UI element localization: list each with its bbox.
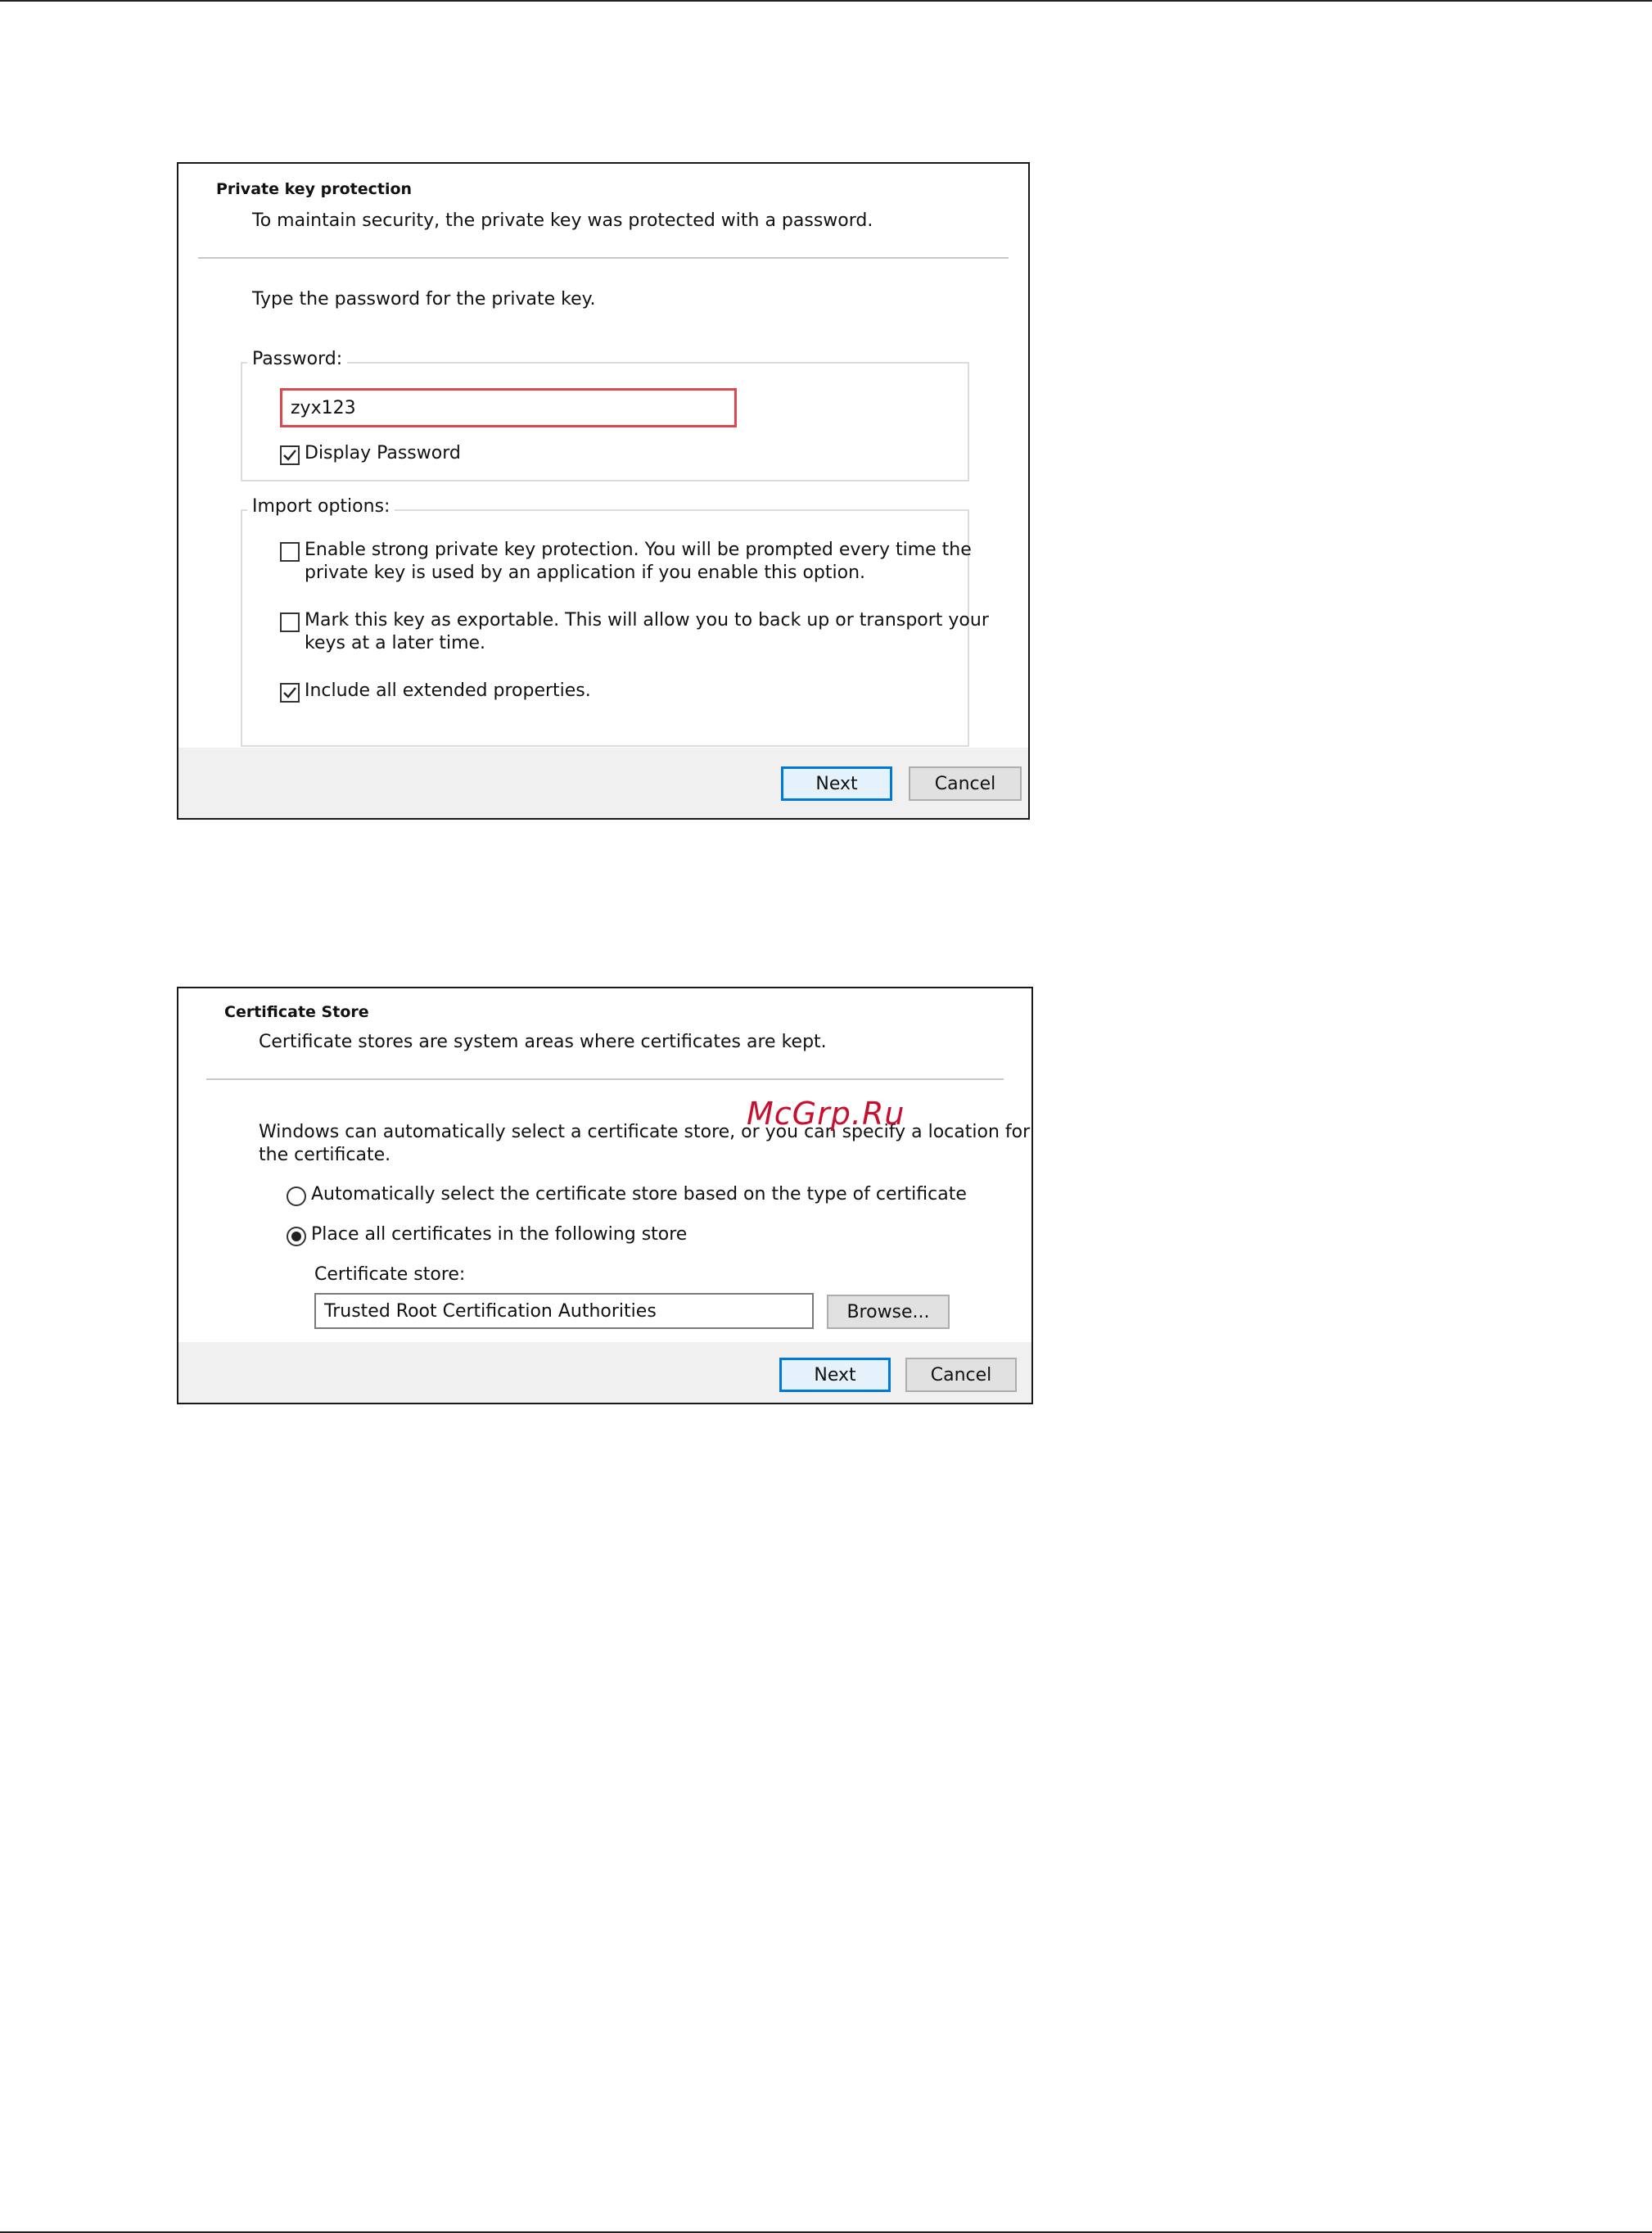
- page-top-rule: [0, 0, 1652, 2]
- browse-button[interactable]: Browse...: [827, 1295, 950, 1329]
- header-separator: [198, 257, 1009, 259]
- certificate-store-field[interactable]: [314, 1293, 814, 1329]
- place-in-store-radio[interactable]: [287, 1227, 306, 1246]
- display-password-checkbox[interactable]: [280, 445, 300, 465]
- display-password-label: Display Password: [305, 443, 461, 463]
- next-button[interactable]: Next: [781, 766, 892, 801]
- exportable-label-line2: keys at a later time.: [305, 633, 486, 653]
- extended-properties-checkbox[interactable]: [280, 683, 300, 703]
- cancel-button[interactable]: Cancel: [909, 766, 1022, 801]
- check-icon: [283, 450, 296, 461]
- radio-dot-icon: [291, 1232, 301, 1241]
- strong-protection-label-line1: Enable strong private key protection. Yo…: [305, 540, 972, 560]
- auto-select-store-label: Automatically select the certificate sto…: [311, 1184, 967, 1205]
- header-separator: [206, 1078, 1004, 1080]
- import-options-label: Import options:: [247, 496, 395, 517]
- auto-select-store-radio[interactable]: [287, 1187, 306, 1206]
- extended-properties-label: Include all extended properties.: [305, 680, 591, 701]
- exportable-checkbox[interactable]: [280, 612, 300, 632]
- dialog-heading: Certificate Store: [224, 1003, 369, 1021]
- place-in-store-label: Place all certificates in the following …: [311, 1224, 688, 1245]
- cancel-button[interactable]: Cancel: [905, 1358, 1017, 1392]
- dialog-heading: Private key protection: [216, 180, 413, 198]
- strong-protection-checkbox[interactable]: [280, 542, 300, 562]
- store-description-line1: Windows can automatically select a certi…: [259, 1122, 1031, 1142]
- check-icon: [283, 687, 296, 698]
- watermark-text: McGrp.Ru: [747, 1096, 905, 1132]
- next-button[interactable]: Next: [779, 1358, 891, 1392]
- exportable-label-line1: Mark this key as exportable. This will a…: [305, 610, 989, 631]
- certificate-store-dialog: Certificate Store Certificate stores are…: [177, 987, 1033, 1404]
- password-prompt: Type the password for the private key.: [252, 289, 596, 310]
- strong-protection-label-line2: private key is used by an application if…: [305, 563, 866, 583]
- private-key-dialog: Private key protection To maintain secur…: [177, 162, 1030, 820]
- dialog-subheading: To maintain security, the private key wa…: [252, 210, 873, 231]
- certificate-store-label: Certificate store:: [314, 1264, 466, 1285]
- store-description-line2: the certificate.: [259, 1145, 391, 1165]
- dialog-footer: [178, 1342, 1031, 1403]
- password-group-label: Password:: [247, 349, 348, 369]
- dialog-subheading: Certificate stores are system areas wher…: [259, 1032, 827, 1052]
- password-input[interactable]: [280, 388, 737, 427]
- dialog-footer: [178, 748, 1028, 818]
